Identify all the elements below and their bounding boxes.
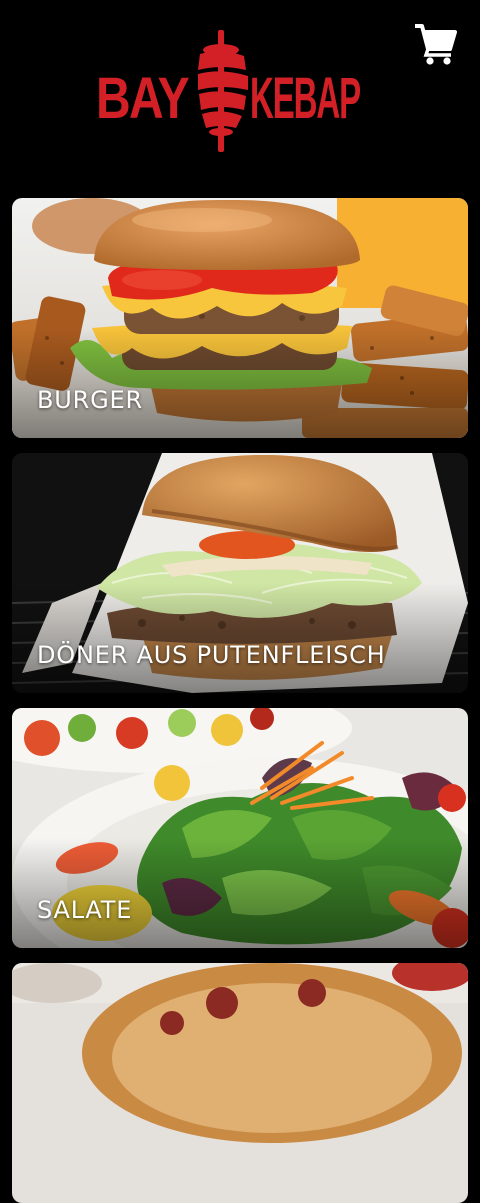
label-shade	[12, 328, 468, 438]
category-card-pizza[interactable]	[12, 963, 468, 1203]
pizza-photo	[12, 963, 468, 1203]
category-label: DÖNER AUS PUTENFLEISCH	[37, 641, 386, 669]
category-label: BURGER	[37, 386, 143, 414]
category-card-burger[interactable]: BURGER	[12, 198, 468, 438]
category-card-doener[interactable]: DÖNER AUS PUTENFLEISCH	[12, 453, 468, 693]
svg-text:KEBAP: KEBAP	[250, 66, 360, 131]
bay-kebap-logo: BAY KEBAP	[96, 30, 362, 152]
app-header: BAY KEBAP	[0, 0, 480, 190]
category-card-salate[interactable]: SALATE	[12, 708, 468, 948]
category-label: SALATE	[37, 896, 133, 924]
label-shade	[12, 838, 468, 948]
svg-text:BAY: BAY	[96, 66, 189, 131]
label-shade	[12, 583, 468, 693]
shopping-cart-icon[interactable]	[413, 22, 457, 66]
